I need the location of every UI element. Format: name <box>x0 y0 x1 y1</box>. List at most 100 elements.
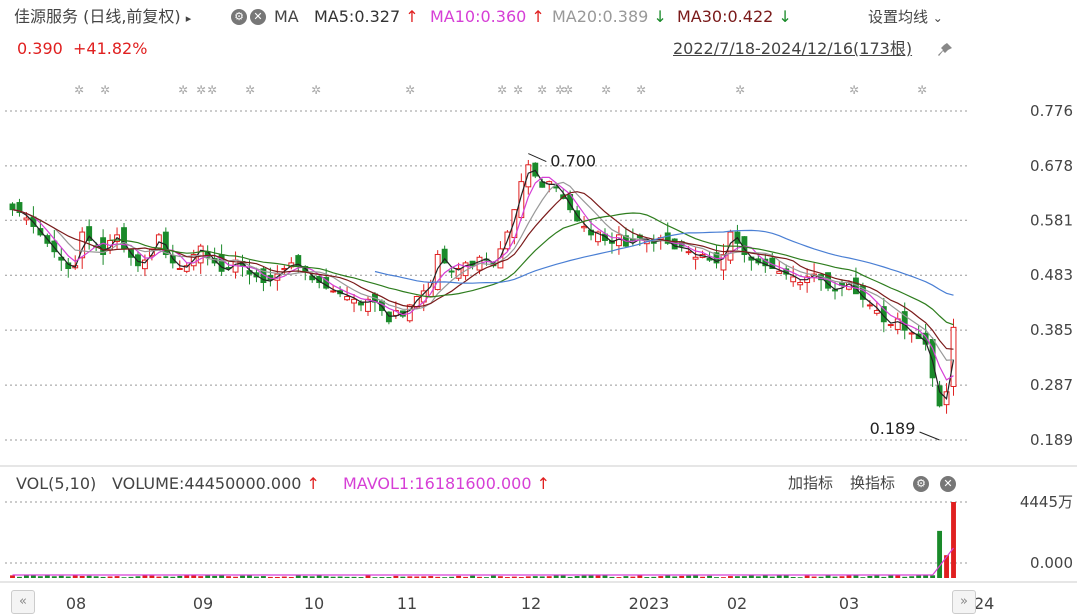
volume-bar <box>881 576 887 578</box>
volume-bar <box>790 576 796 578</box>
volume-bar <box>902 576 908 578</box>
volume-bar <box>937 530 943 578</box>
volume-bar <box>386 577 392 578</box>
volume-bar <box>442 577 448 578</box>
volume-bar <box>281 576 287 578</box>
volume-bar <box>630 576 636 578</box>
volume-bar <box>274 576 280 578</box>
volume-bar <box>623 576 629 578</box>
volume-bar <box>679 575 685 578</box>
volume-bar <box>114 576 120 578</box>
volume-bar <box>400 576 406 578</box>
volume-bar <box>930 575 936 578</box>
event-marker-icon: ✲ <box>849 83 859 97</box>
volume-bar <box>546 576 552 578</box>
volume-bar <box>79 575 85 578</box>
volume-bar <box>707 575 712 578</box>
candle-body <box>581 225 588 229</box>
volume-bar <box>177 575 183 578</box>
candle-body <box>936 385 943 407</box>
candle-body <box>330 290 337 293</box>
volume-bar <box>10 575 15 578</box>
volume-bar <box>525 576 531 578</box>
volume-bar <box>728 576 733 578</box>
event-marker-icon: ✲ <box>405 83 415 97</box>
volume-tick-label: 4445万 <box>1020 493 1073 511</box>
ma5-line <box>12 169 955 401</box>
event-marker-icon: ✲ <box>513 83 523 97</box>
candle-body <box>685 251 692 254</box>
x-tick-label: 03 <box>839 594 859 613</box>
event-marker-icon: ✲ <box>100 83 110 97</box>
volume-bar <box>518 577 524 578</box>
candlestick-chart[interactable]: 0.776 0.678 0.581 0.483 0.385 0.287 0.189 0.700… <box>0 0 1077 616</box>
volume-bar <box>309 576 315 578</box>
volume-bar <box>477 576 482 578</box>
volume-bar <box>923 575 929 578</box>
volume-bar <box>574 576 580 578</box>
volume-bar <box>37 576 43 578</box>
volume-bar <box>755 576 761 578</box>
volume-bar <box>895 575 901 578</box>
volume-bar <box>247 575 252 578</box>
volume-bar <box>302 575 308 578</box>
volume-bar <box>818 576 824 578</box>
volume-bar <box>58 575 64 578</box>
event-marker-icon: ✲ <box>563 83 573 97</box>
y-tick-label: 0.483 <box>1030 266 1073 284</box>
candle-body <box>866 304 873 307</box>
volume-bar <box>504 577 510 578</box>
volume-bar <box>421 576 427 578</box>
candle-body <box>887 324 894 327</box>
volume-bar <box>909 576 915 578</box>
volume-bar <box>714 577 719 578</box>
candle-body <box>358 302 364 306</box>
volume-bar <box>741 576 747 578</box>
volume-bar <box>337 576 343 578</box>
volume-bar <box>323 576 329 578</box>
volume-bar <box>797 577 803 578</box>
volume-bar <box>30 575 36 578</box>
candle-body <box>873 310 880 314</box>
x-tick-label: 08 <box>66 594 86 613</box>
volume-bar <box>351 576 357 578</box>
candle-body <box>525 164 532 188</box>
volume-bar <box>198 576 204 578</box>
volume-bar <box>811 576 817 578</box>
volume-bar <box>511 576 517 578</box>
volume-bar <box>330 576 336 578</box>
chevron-left-icon[interactable]: « <box>11 590 35 614</box>
volume-bar <box>484 577 489 578</box>
volume-bar <box>267 576 273 578</box>
chevron-right-icon[interactable]: » <box>952 590 976 614</box>
volume-bar <box>456 575 462 578</box>
volume-bar <box>344 576 350 578</box>
volume-bar <box>874 575 880 578</box>
x-tick-label: 11 <box>397 594 417 613</box>
volume-bar <box>470 575 475 578</box>
candle-body <box>776 270 783 274</box>
volume-bar <box>316 575 322 578</box>
volume-bar <box>156 576 162 578</box>
x-tick-label: 2023 <box>629 594 670 613</box>
candle-body <box>351 298 357 304</box>
volume-bar <box>916 575 922 578</box>
volume-bar <box>595 575 601 578</box>
volume-bar <box>435 576 441 578</box>
y-tick-label: 0.776 <box>1030 102 1073 120</box>
volume-bar <box>609 576 615 578</box>
volume-bar <box>128 576 134 578</box>
volume-bar <box>72 575 78 578</box>
volume-bar <box>853 575 859 578</box>
event-marker-icon: ✲ <box>537 83 547 97</box>
volume-bar <box>449 576 455 578</box>
event-marker-icon: ✲ <box>636 83 646 97</box>
ma30-line <box>12 191 954 350</box>
volume-bar <box>100 576 106 578</box>
volume-bar <box>295 575 301 578</box>
volume-bar <box>672 576 678 578</box>
mavol-line <box>12 547 954 576</box>
volume-bar <box>776 575 782 578</box>
volume-bar <box>226 576 232 578</box>
event-marker-icon: ✲ <box>735 83 745 97</box>
